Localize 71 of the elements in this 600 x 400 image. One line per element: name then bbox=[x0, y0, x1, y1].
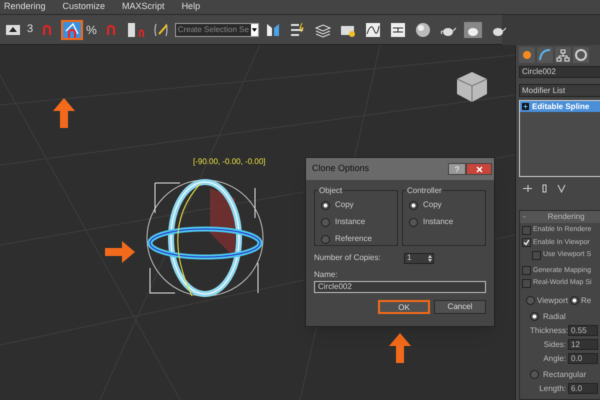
menu-item[interactable]: Rendering bbox=[4, 0, 46, 14]
close-icon bbox=[476, 166, 482, 172]
expand-plus-icon[interactable] bbox=[522, 103, 529, 110]
dialog-button[interactable]: Cancel bbox=[434, 300, 486, 314]
collapse-toggle[interactable]: - bbox=[523, 211, 526, 223]
radio-label: Re bbox=[580, 294, 592, 306]
radio-button[interactable] bbox=[321, 200, 330, 210]
value-field[interactable]: 0.0 bbox=[568, 353, 598, 364]
checkbox[interactable] bbox=[522, 238, 531, 248]
copies-spinner[interactable]: 1 bbox=[404, 252, 434, 264]
view-cube-icon[interactable] bbox=[455, 70, 489, 104]
radio-button[interactable] bbox=[409, 218, 418, 226]
radio-button[interactable] bbox=[526, 296, 535, 305]
option-label: Copy bbox=[423, 199, 442, 211]
radio-button[interactable] bbox=[321, 218, 330, 226]
arrow-icon bbox=[53, 98, 75, 128]
value-field[interactable]: 0.55 bbox=[568, 325, 598, 336]
make-unique-icon[interactable] bbox=[557, 184, 566, 193]
menu-item[interactable]: Help bbox=[182, 0, 200, 14]
arrow-icon bbox=[389, 333, 411, 363]
percent-snap-label[interactable]: % bbox=[86, 20, 97, 38]
radio-button[interactable] bbox=[530, 370, 539, 379]
hierarchy-icon[interactable] bbox=[555, 47, 571, 63]
checkbox[interactable] bbox=[522, 226, 531, 235]
field-label: Sides: bbox=[542, 338, 566, 350]
close-button[interactable] bbox=[466, 163, 492, 175]
checkbox[interactable] bbox=[522, 266, 531, 276]
field-label: Thickness: bbox=[530, 324, 566, 336]
radio-label: Radial bbox=[543, 310, 566, 322]
field-label: Angle: bbox=[542, 352, 566, 364]
dialog-button[interactable]: OK bbox=[378, 300, 430, 314]
option-label: Instance bbox=[335, 216, 366, 228]
rollout-title: Rendering bbox=[548, 211, 585, 223]
dropdown-caret-icon bbox=[250, 24, 258, 36]
checkbox[interactable] bbox=[532, 250, 541, 260]
angle-snap-icon[interactable] bbox=[61, 20, 84, 40]
radio-button[interactable] bbox=[321, 234, 330, 244]
modify-curve-icon[interactable] bbox=[537, 47, 553, 63]
group-title: Object bbox=[318, 185, 344, 197]
menu-item[interactable]: Customize bbox=[62, 0, 106, 14]
copies-label: Number of Copies: bbox=[314, 252, 382, 264]
checkmark-icon bbox=[523, 239, 530, 246]
name-label: Name: bbox=[314, 269, 339, 281]
spinner-arrows-icon bbox=[427, 254, 433, 262]
show-end-result-icon[interactable] bbox=[540, 184, 549, 193]
selection-set-dropdown[interactable]: Create Selection Se bbox=[174, 22, 259, 36]
value-field[interactable]: 6.0 bbox=[568, 383, 598, 394]
create-sun-icon[interactable] bbox=[519, 47, 535, 63]
snap-label[interactable]: 3 bbox=[27, 21, 34, 38]
name-field[interactable]: Circle002 bbox=[314, 281, 486, 293]
rotation-readout: [-90.00, -0.00, -0.00] bbox=[193, 156, 266, 168]
option-label: Instance bbox=[423, 216, 454, 228]
radio-button[interactable] bbox=[530, 312, 539, 321]
radio-label: Viewport bbox=[537, 294, 568, 306]
viewport[interactable]: [-90.00, -0.00, -0.00] Clone Options ? Object Copy Instance Reference Controller Copy Instance Number of Copies: 1 Name: Circle002 OK Cancel bbox=[0, 45, 515, 400]
rollout-header[interactable]: - Rendering bbox=[520, 211, 600, 223]
modifier-list-dropdown[interactable]: Modifier List bbox=[519, 84, 600, 97]
dialog-title: Clone Options bbox=[312, 162, 370, 176]
object-name-field[interactable]: Circle002 bbox=[519, 66, 600, 78]
radio-button[interactable] bbox=[409, 200, 418, 210]
arrow-icon bbox=[105, 241, 135, 263]
menu-item[interactable]: MAXScript bbox=[122, 0, 165, 14]
option-label: Reference bbox=[335, 233, 372, 245]
field-label: Length: bbox=[538, 382, 566, 394]
pin-icon[interactable] bbox=[523, 184, 532, 193]
checkbox[interactable] bbox=[522, 278, 531, 288]
radio-button[interactable] bbox=[570, 296, 579, 305]
motion-disc-icon[interactable] bbox=[573, 47, 589, 63]
value-field[interactable]: 12 bbox=[568, 339, 598, 350]
option-label: Copy bbox=[335, 199, 354, 211]
radio-label: Rectangular bbox=[543, 368, 586, 380]
